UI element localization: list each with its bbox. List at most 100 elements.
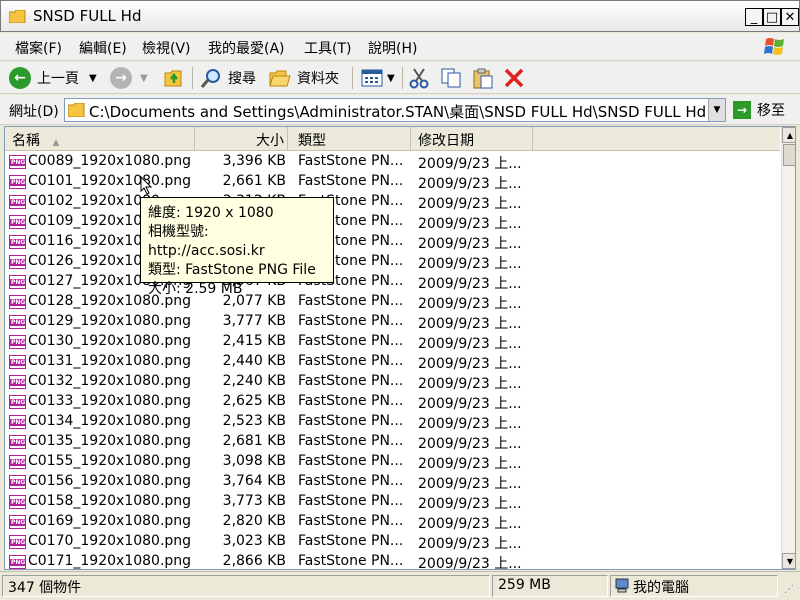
file-size: 2,240 KB bbox=[222, 373, 286, 389]
column-modified[interactable]: 修改日期 bbox=[411, 127, 533, 151]
cut-button[interactable] bbox=[408, 65, 430, 91]
title-bar[interactable]: SNSD FULL Hd _ □ ✕ bbox=[0, 0, 800, 32]
file-size: 3,777 KB bbox=[222, 313, 286, 329]
status-location: 我的電腦 bbox=[610, 575, 778, 597]
go-button[interactable]: → 移至 bbox=[733, 100, 785, 120]
file-type: FastStone PN... bbox=[298, 333, 404, 349]
png-file-icon bbox=[9, 235, 27, 249]
copy-button[interactable] bbox=[440, 65, 462, 91]
table-row[interactable]: C0133_1920x1080.png 2,625 KB FastStone PN.… bbox=[5, 392, 780, 412]
column-type[interactable]: 類型 bbox=[288, 127, 411, 151]
file-type: FastStone PN... bbox=[298, 373, 404, 389]
table-row[interactable]: C0101_1920x1080.png 2,661 KB FastStone PN.… bbox=[5, 172, 780, 192]
menu-file[interactable]: 檔案(F) bbox=[15, 38, 62, 58]
file-size: 3,396 KB bbox=[222, 153, 286, 169]
scroll-down-button[interactable]: ▼ bbox=[782, 553, 795, 569]
vertical-scrollbar[interactable]: ▲ ▼ bbox=[781, 127, 795, 569]
file-type: FastStone PN... bbox=[298, 173, 404, 189]
file-modified: 2009/9/23 上... bbox=[418, 236, 522, 252]
file-size: 2,661 KB bbox=[222, 173, 286, 189]
file-type: FastStone PN... bbox=[298, 413, 404, 429]
file-name: C0089_1920x1080.png bbox=[28, 153, 192, 169]
table-row[interactable]: C0126_1920x1080.png3,120 KBFastStone PN.… bbox=[5, 252, 780, 272]
file-modified: 2009/9/23 上... bbox=[418, 456, 522, 472]
menu-tools[interactable]: 工具(T) bbox=[304, 38, 351, 58]
table-row[interactable]: C0109_1920x1080.png2,905 KBFastStone PN.… bbox=[5, 212, 780, 232]
address-input[interactable]: C:\Documents and Settings\Administrator.… bbox=[64, 98, 726, 122]
column-size[interactable]: 大小 bbox=[195, 127, 288, 151]
table-row[interactable]: C0169_1920x1080.png 2,820 KB FastStone PN.… bbox=[5, 512, 780, 532]
views-icon bbox=[361, 69, 383, 87]
tooltip-dimensions: 維度: 1920 x 1080 bbox=[148, 205, 274, 221]
folders-button[interactable]: 資料夾 bbox=[269, 65, 339, 91]
back-button[interactable]: ← 上一頁 ▼ bbox=[9, 65, 97, 91]
file-list[interactable]: 名稱 ▲ 大小 類型 修改日期 C0089_1920x1080.png 3,396… bbox=[4, 126, 796, 570]
table-row[interactable]: C0128_1920x1080.png2,077 KBFastStone PN.… bbox=[5, 292, 780, 312]
table-row[interactable]: C0156_1920x1080.png 3,764 KB FastStone PN.… bbox=[5, 472, 780, 492]
column-name[interactable]: 名稱 ▲ bbox=[5, 127, 195, 151]
go-label: 移至 bbox=[757, 103, 785, 119]
up-button[interactable] bbox=[163, 65, 185, 91]
table-row[interactable]: C0158_1920x1080.png 3,773 KB FastStone PN.… bbox=[5, 492, 780, 512]
table-row[interactable]: C0171_1920x1080.png 2,866 KB FastStone PN.… bbox=[5, 552, 780, 570]
search-button[interactable]: 搜尋 bbox=[200, 65, 256, 91]
table-row[interactable]: C0135_1920x1080.png 2,681 KB FastStone PN.… bbox=[5, 432, 780, 452]
table-row[interactable]: C0132_1920x1080.png 2,240 KB FastStone PN.… bbox=[5, 372, 780, 392]
table-row[interactable]: C0134_1920x1080.png 2,523 KB FastStone PN.… bbox=[5, 412, 780, 432]
table-row[interactable]: C0170_1920x1080.png 3,023 KB FastStone PN.… bbox=[5, 532, 780, 552]
file-modified: 2009/9/23 上... bbox=[418, 216, 522, 232]
chevron-down-icon[interactable]: ▼ bbox=[140, 73, 148, 84]
minimize-button[interactable]: _ bbox=[745, 8, 763, 26]
chevron-down-icon[interactable]: ▼ bbox=[89, 73, 97, 84]
png-file-icon bbox=[9, 335, 27, 349]
folders-icon bbox=[269, 70, 291, 87]
table-row[interactable]: C0089_1920x1080.png 3,396 KB FastStone PN.… bbox=[5, 152, 780, 172]
file-size: 2,681 KB bbox=[222, 433, 286, 449]
delete-button[interactable] bbox=[503, 65, 525, 91]
table-row[interactable]: C0102_1920x1080.png3,312 KBFastStone PN.… bbox=[5, 192, 780, 212]
toolbar: ← 上一頁 ▼ → ▼ 搜尋 資料夾 ▼ bbox=[0, 62, 800, 94]
table-row[interactable]: C0127_1920x1080.png3,367 KBFastStone PN.… bbox=[5, 272, 780, 292]
file-size: 3,098 KB bbox=[222, 453, 286, 469]
close-button[interactable]: ✕ bbox=[781, 8, 799, 26]
menu-help[interactable]: 說明(H) bbox=[368, 38, 417, 58]
toolbar-separator bbox=[352, 67, 353, 89]
chevron-down-icon[interactable]: ▼ bbox=[387, 73, 395, 84]
scroll-thumb[interactable] bbox=[783, 144, 795, 166]
menu-favorites[interactable]: 我的最愛(A) bbox=[208, 38, 285, 58]
paste-button[interactable] bbox=[472, 65, 494, 91]
png-file-icon bbox=[9, 555, 27, 569]
chevron-down-icon: ▼ bbox=[786, 556, 794, 566]
views-button[interactable]: ▼ bbox=[361, 65, 395, 91]
file-modified: 2009/9/23 上... bbox=[418, 396, 522, 412]
menu-view[interactable]: 檢視(V) bbox=[142, 38, 191, 58]
file-modified: 2009/9/23 上... bbox=[418, 436, 522, 452]
file-size: 3,023 KB bbox=[222, 533, 286, 549]
file-modified: 2009/9/23 上... bbox=[418, 176, 522, 192]
maximize-button[interactable]: □ bbox=[763, 8, 781, 26]
search-icon bbox=[200, 69, 220, 88]
png-file-icon bbox=[9, 275, 27, 289]
table-row[interactable]: C0130_1920x1080.png 2,415 KB FastStone PN.… bbox=[5, 332, 780, 352]
file-modified: 2009/9/23 上... bbox=[418, 556, 522, 570]
png-file-icon bbox=[9, 495, 27, 509]
file-type: FastStone PN... bbox=[298, 553, 404, 569]
menu-edit[interactable]: 編輯(E) bbox=[79, 38, 127, 58]
table-row[interactable]: C0131_1920x1080.png 2,440 KB FastStone PN.… bbox=[5, 352, 780, 372]
table-row[interactable]: C0116_1920x1080.png2,734 KBFastStone PN.… bbox=[5, 232, 780, 252]
forward-button[interactable]: → ▼ bbox=[110, 65, 148, 91]
file-rows: C0089_1920x1080.png 3,396 KB FastStone PN.… bbox=[5, 152, 780, 570]
file-modified: 2009/9/23 上... bbox=[418, 516, 522, 532]
resize-grip[interactable]: ⋰ bbox=[784, 584, 798, 598]
file-type: FastStone PN... bbox=[298, 513, 404, 529]
tooltip-camera: 相機型號: http://acc.sosi.kr bbox=[148, 224, 265, 259]
table-row[interactable]: C0155_1920x1080.png 3,098 KB FastStone PN.… bbox=[5, 452, 780, 472]
png-file-icon bbox=[9, 195, 27, 209]
table-row[interactable]: C0129_1920x1080.png 3,777 KB FastStone PN.… bbox=[5, 312, 780, 332]
file-name: C0169_1920x1080.png bbox=[28, 513, 192, 529]
status-item-count: 347 個物件 bbox=[2, 575, 490, 597]
address-dropdown-button[interactable]: ▼ bbox=[708, 99, 725, 121]
file-name: C0131_1920x1080.png bbox=[28, 353, 192, 369]
scroll-up-button[interactable]: ▲ bbox=[782, 127, 795, 143]
computer-icon bbox=[615, 578, 629, 593]
